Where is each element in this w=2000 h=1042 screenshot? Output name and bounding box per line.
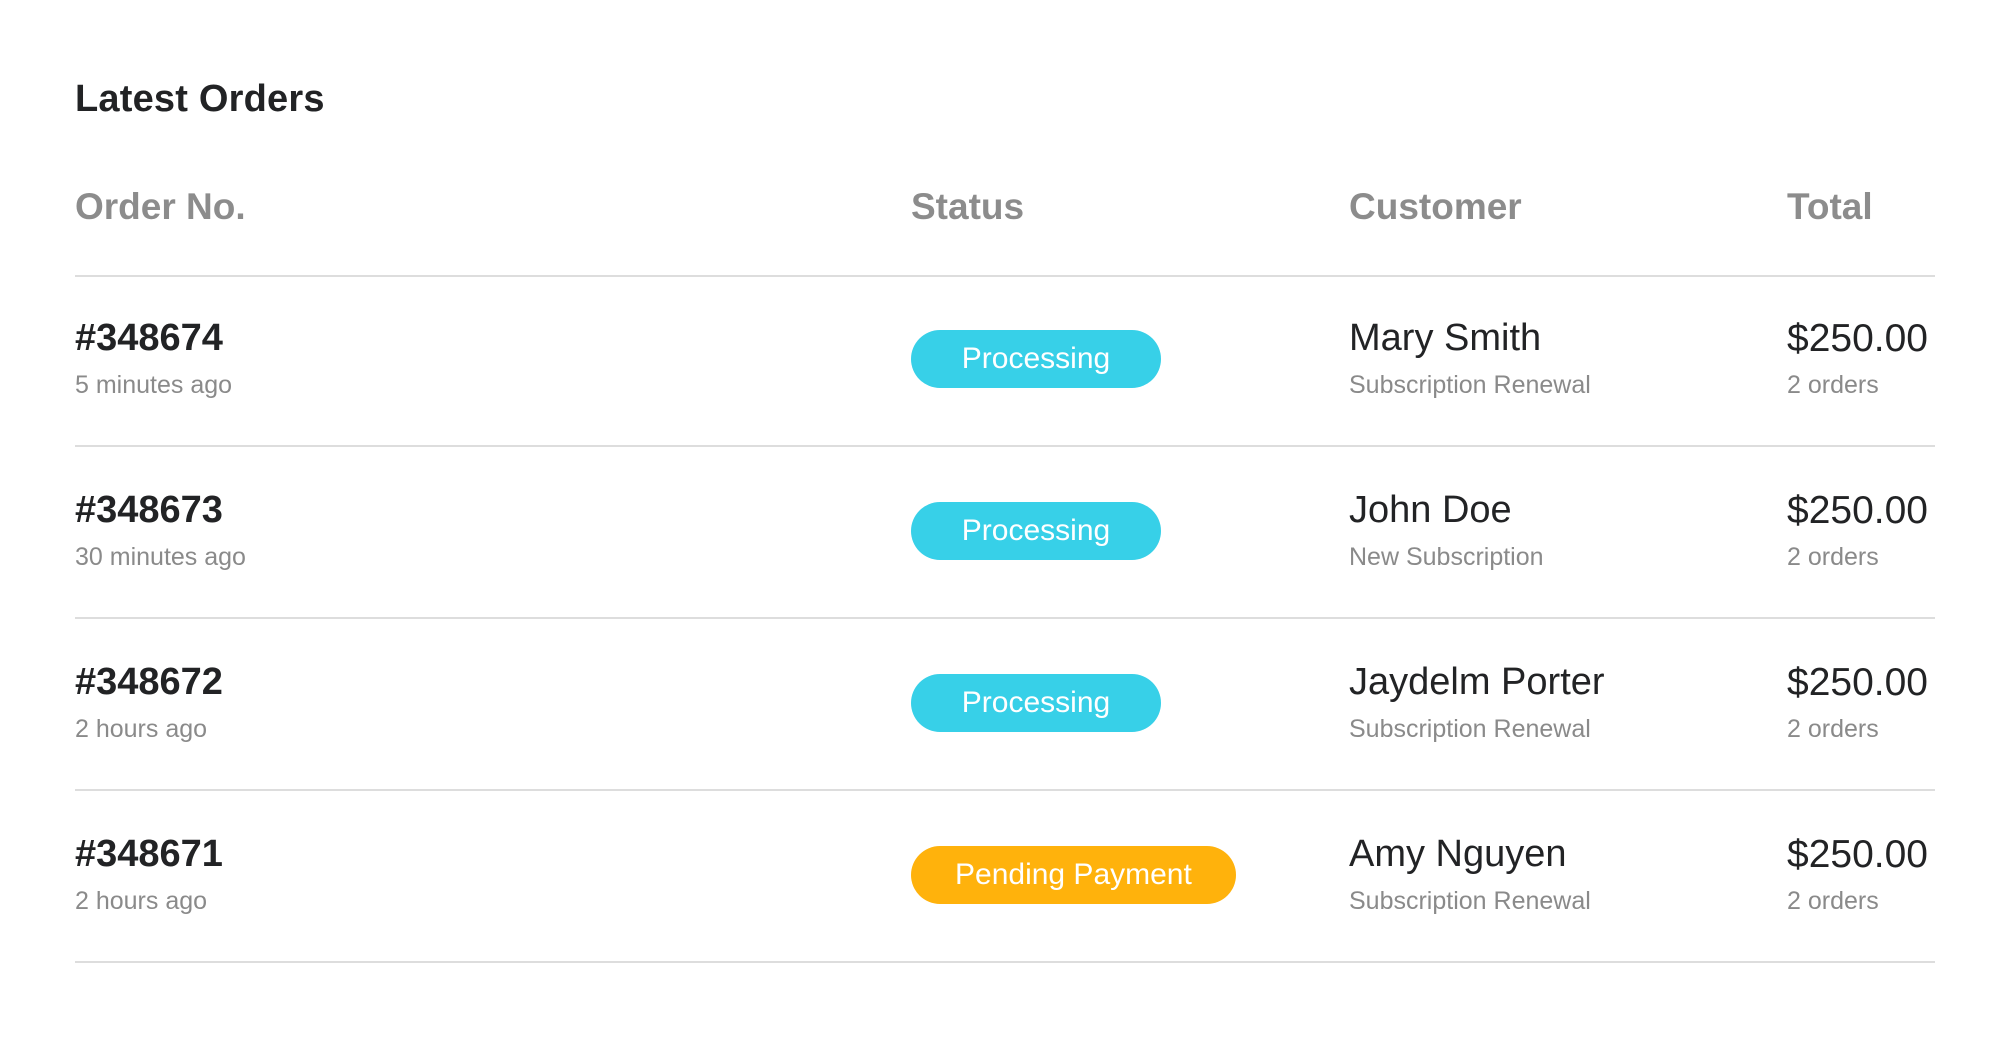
customer-name[interactable]: Jaydelm Porter [1349,661,1605,704]
order-time: 30 minutes ago [75,543,246,571]
order-number[interactable]: #348673 [75,489,223,532]
order-number[interactable]: #348674 [75,317,223,360]
orders-table-body: #348674 5 minutes ago Processing Mary Sm… [75,275,1935,963]
order-total: $250.00 [1787,661,1928,704]
customer-name[interactable]: Mary Smith [1349,317,1541,360]
panel-title: Latest Orders [75,78,325,120]
header-total: Total [1787,186,1873,227]
order-count: 2 orders [1787,715,1879,743]
subscription-type: New Subscription [1349,543,1544,571]
order-time: 2 hours ago [75,887,208,915]
header-order-no: Order No. [75,186,246,227]
table-row[interactable]: #348674 5 minutes ago Processing Mary Sm… [75,275,1935,447]
table-row[interactable]: #348671 2 hours ago Pending Payment Amy … [75,791,1935,963]
header-status: Status [911,186,1025,227]
order-total: $250.00 [1787,489,1928,532]
order-count: 2 orders [1787,887,1879,915]
customer-name[interactable]: Amy Nguyen [1349,833,1567,876]
order-time: 5 minutes ago [75,371,233,399]
customer-name[interactable]: John Doe [1349,489,1512,532]
order-count: 2 orders [1787,543,1879,571]
subscription-type: Subscription Renewal [1349,715,1591,743]
table-row[interactable]: #348672 2 hours ago Processing Jaydelm P… [75,619,1935,791]
subscription-type: Subscription Renewal [1349,371,1591,399]
table-header: Order No. Status Customer Total [75,180,1935,277]
order-total: $250.00 [1787,833,1928,876]
order-number[interactable]: #348671 [75,833,223,876]
status-badge: Processing [911,330,1161,388]
status-badge: Processing [911,674,1161,732]
status-badge: Processing [911,502,1161,560]
order-total: $250.00 [1787,317,1928,360]
order-count: 2 orders [1787,371,1879,399]
table-row[interactable]: #348673 30 minutes ago Processing John D… [75,447,1935,619]
subscription-type: Subscription Renewal [1349,887,1591,915]
latest-orders-panel: Latest Orders Order No. Status Customer … [75,0,1935,1042]
order-number[interactable]: #348672 [75,661,223,704]
status-badge: Pending Payment [911,846,1236,904]
order-time: 2 hours ago [75,715,208,743]
header-customer: Customer [1349,186,1522,227]
